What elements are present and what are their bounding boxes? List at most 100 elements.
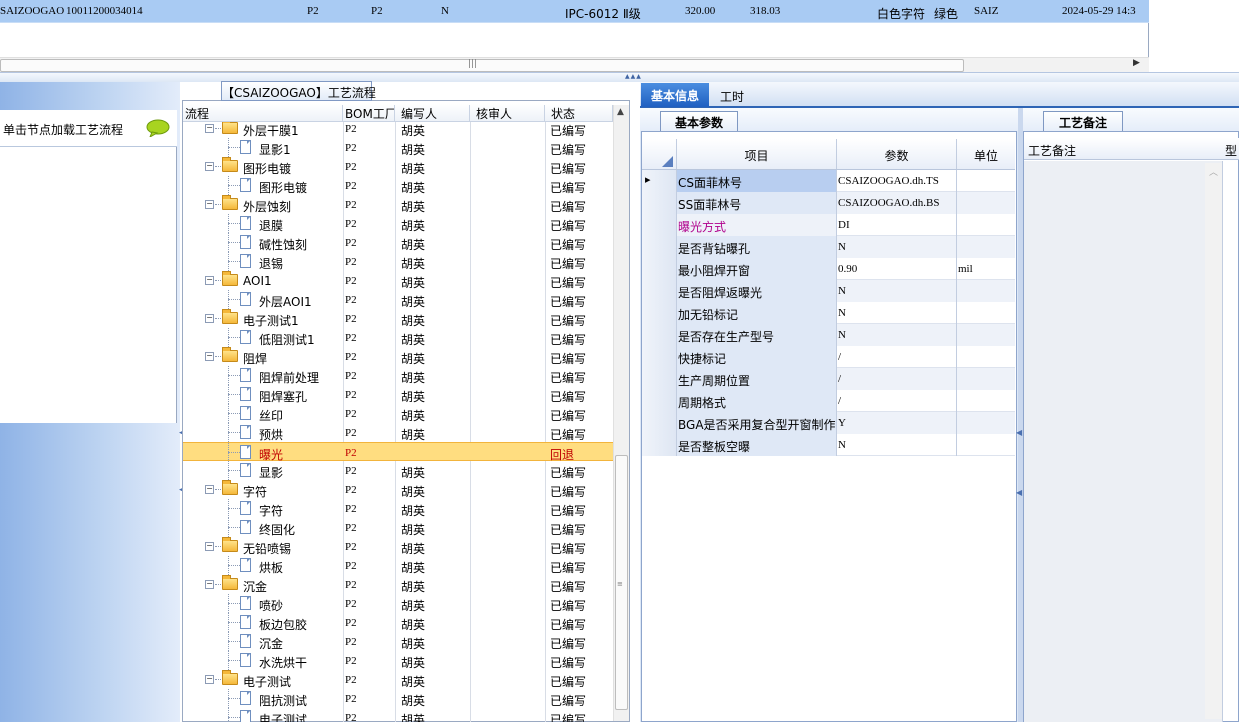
param-row[interactable]: BGA是否采用复合型开窗制作 Y [642,412,1015,434]
collapse-toggle-icon[interactable]: − [205,542,214,551]
collapse-toggle-icon[interactable]: − [205,276,214,285]
scroll-up-arrow-icon[interactable]: ︿ [1209,165,1218,178]
top-horizontal-scrollbar[interactable]: ||| ▶ [0,57,1149,72]
scroll-right-arrow-icon[interactable]: ▶ [1133,58,1140,68]
row-indicator[interactable] [642,390,677,412]
param-row[interactable]: 是否整板空曝 N [642,434,1015,456]
tree-folder-row[interactable]: − 外层干膜1 P2 胡英 已编写 [183,122,613,138]
tree-step-row[interactable]: 预烘 P2 胡英 已编写 [183,423,613,442]
collapse-toggle-icon[interactable]: − [205,162,214,171]
param-value[interactable]: CSAIZOOGAO.dh.TS [837,170,957,192]
column-header-bom[interactable]: BOM工厂 [343,105,395,122]
tree-step-row[interactable]: 板边包胶 P2 胡英 已编写 [183,613,613,632]
row-indicator[interactable] [642,346,677,368]
param-value[interactable]: N [837,324,957,346]
param-value[interactable]: DI [837,214,957,236]
tree-step-row[interactable]: 外层AOI1 P2 胡英 已编写 [183,290,613,309]
row-indicator[interactable] [642,258,677,280]
tree-step-row[interactable]: 喷砂 P2 胡英 已编写 [183,594,613,613]
tree-step-row[interactable]: 字符 P2 胡英 已编写 [183,499,613,518]
tree-folder-row[interactable]: − 无铅喷锡 P2 胡英 已编写 [183,537,613,556]
horizontal-splitter[interactable] [0,72,1239,82]
tree-step-row[interactable]: 曝光 P2 回退 [183,442,613,462]
scrollbar-thumb[interactable] [0,59,964,72]
param-row[interactable]: 周期格式 / [642,390,1015,412]
tree-vertical-scrollbar[interactable]: ▲ ≡ [613,105,629,721]
param-row[interactable]: 是否阻焊返曝光 N [642,280,1015,302]
param-value[interactable]: / [837,346,957,368]
tree-step-row[interactable]: 碱性蚀刻 P2 胡英 已编写 [183,233,613,252]
tree-step-row[interactable]: 退锡 P2 胡英 已编写 [183,252,613,271]
splitter-grip-icon[interactable]: ▲▲▲ [625,73,645,80]
collapse-toggle-icon[interactable]: − [205,675,214,684]
param-row[interactable]: 快捷标记 / [642,346,1015,368]
tree-folder-row[interactable]: − AOI1 P2 胡英 已编写 [183,271,613,290]
tree-folder-row[interactable]: − 阻焊 P2 胡英 已编写 [183,347,613,366]
row-indicator[interactable] [642,324,677,346]
param-row[interactable]: 曝光方式 DI [642,214,1015,236]
top-grid-selected-row[interactable]: SAIZOOGAO 10011200034014 P2 P2 N IPC-601… [0,0,1149,23]
row-indicator[interactable] [642,368,677,390]
column-header-type[interactable]: 型 [1225,142,1237,159]
param-value[interactable]: N [837,236,957,258]
param-value[interactable]: / [837,368,957,390]
param-value[interactable]: N [837,434,957,456]
collapse-toggle-icon[interactable]: − [205,352,214,361]
param-row[interactable]: 生产周期位置 / [642,368,1015,390]
row-indicator[interactable] [642,214,677,236]
param-row[interactable]: ▸ CS面菲林号 CSAIZOOGAO.dh.TS [642,170,1015,192]
param-row[interactable]: SS面菲林号 CSAIZOOGAO.dh.BS [642,192,1015,214]
collapse-toggle-icon[interactable]: − [205,580,214,589]
column-header-status[interactable]: 状态 [545,105,613,122]
tree-step-row[interactable]: 显影 P2 胡英 已编写 [183,461,613,480]
tree-folder-row[interactable]: − 电子测试1 P2 胡英 已编写 [183,309,613,328]
tree-step-row[interactable]: 水洗烘干 P2 胡英 已编写 [183,651,613,670]
collapse-toggle-icon[interactable]: − [205,200,214,209]
tree-step-row[interactable]: 终固化 P2 胡英 已编写 [183,518,613,537]
row-indicator[interactable] [642,280,677,302]
param-value[interactable]: Y [837,412,957,434]
tree-step-row[interactable]: 丝印 P2 胡英 已编写 [183,404,613,423]
tree-folder-row[interactable]: − 图形电镀 P2 胡英 已编写 [183,157,613,176]
tree-step-row[interactable]: 阻抗测试 P2 胡英 已编写 [183,689,613,708]
tree-step-row[interactable]: 退膜 P2 胡英 已编写 [183,214,613,233]
collapse-arrow-icon[interactable]: ◀ [1016,428,1022,437]
collapse-toggle-icon[interactable]: − [205,485,214,494]
column-header-item[interactable]: 项目 [677,139,837,169]
tree-step-row[interactable]: 烘板 P2 胡英 已编写 [183,556,613,575]
tree-folder-row[interactable]: − 电子测试 P2 胡英 已编写 [183,670,613,689]
row-indicator[interactable] [642,302,677,324]
row-indicator[interactable] [642,236,677,258]
column-header-value[interactable]: 参数 [837,139,957,169]
tree-folder-row[interactable]: − 外层蚀刻 P2 胡英 已编写 [183,195,613,214]
tree-step-row[interactable]: 沉金 P2 胡英 已编写 [183,632,613,651]
param-value[interactable]: N [837,302,957,324]
param-row[interactable]: 是否背钻曝孔 N [642,236,1015,258]
notes-scrollbar[interactable]: ︿ [1205,163,1222,719]
tree-folder-row[interactable]: − 字符 P2 胡英 已编写 [183,480,613,499]
column-header-writer[interactable]: 编写人 [395,105,470,122]
tree-step-row[interactable]: 电子测试 P2 胡英 已编写 [183,708,613,722]
tree-step-row[interactable]: 图形电镀 P2 胡英 已编写 [183,176,613,195]
tree-folder-row[interactable]: − 沉金 P2 胡英 已编写 [183,575,613,594]
param-value[interactable]: / [837,390,957,412]
param-row[interactable]: 是否存在生产型号 N [642,324,1015,346]
column-header-process[interactable]: 流程 [183,105,343,122]
tree-step-row[interactable]: 阻焊塞孔 P2 胡英 已编写 [183,385,613,404]
scroll-up-arrow-icon[interactable]: ▲ [617,107,624,117]
column-header-unit[interactable]: 单位 [957,139,1015,169]
param-value[interactable]: N [837,280,957,302]
row-indicator[interactable]: ▸ [642,170,677,192]
row-indicator[interactable] [642,434,677,456]
tree-step-row[interactable]: 阻焊前处理 P2 胡英 已编写 [183,366,613,385]
column-header-notes[interactable]: 工艺备注 [1028,142,1076,159]
tree-step-row[interactable]: 低阻测试1 P2 胡英 已编写 [183,328,613,347]
notes-text-area[interactable] [1024,161,1223,722]
column-header-reviewer[interactable]: 核审人 [470,105,545,122]
param-row[interactable]: 最小阻焊开窗 0.90 mil [642,258,1015,280]
tab-work-hours[interactable]: 工时 [712,83,752,107]
collapse-toggle-icon[interactable]: − [205,124,214,133]
collapse-toggle-icon[interactable]: − [205,314,214,323]
row-indicator[interactable] [642,412,677,434]
collapse-arrow-icon[interactable]: ◀ [1016,488,1022,497]
